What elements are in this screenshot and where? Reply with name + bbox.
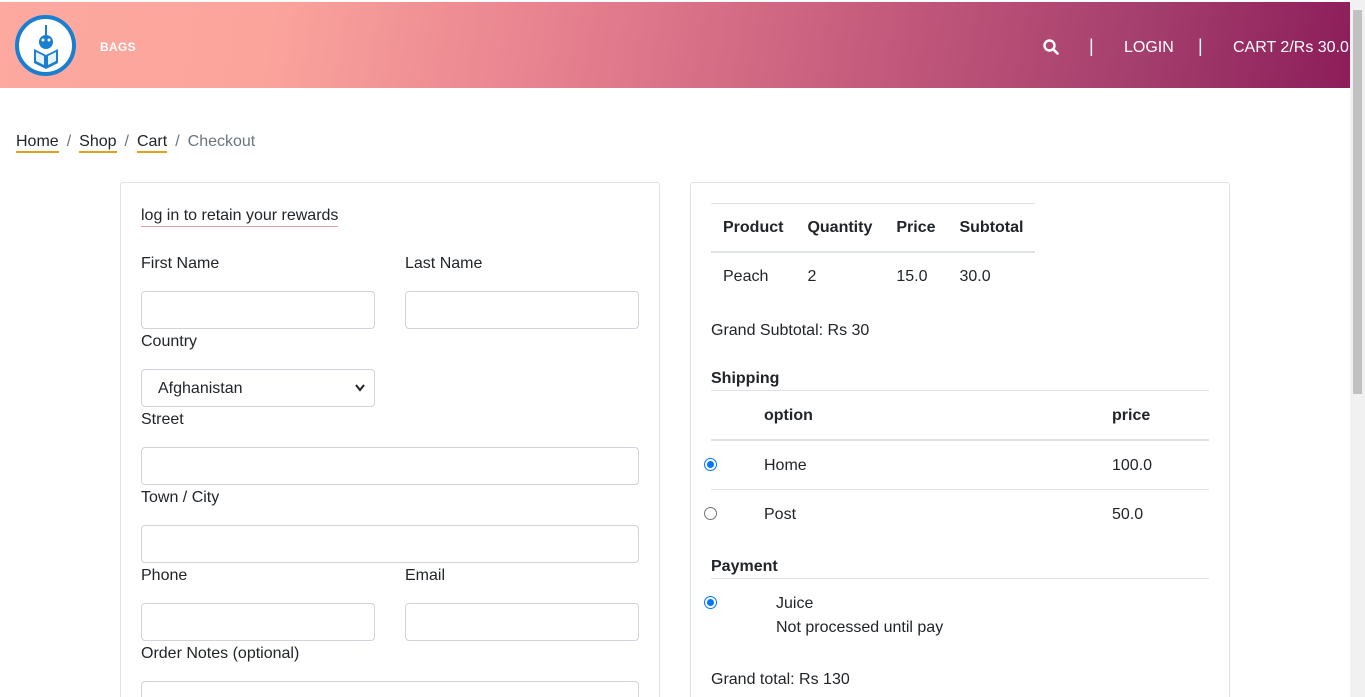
country-selected-value: Afghanistan [158,380,243,397]
shipping-price-header: price [1112,407,1151,424]
street-label: Street [141,411,184,428]
nav-separator: | [1089,36,1094,56]
last-name-label: Last Name [405,255,483,272]
shipping-option-price: 100.0 [1112,457,1153,474]
country-label: Country [141,333,198,350]
subtotal-cell: 30.0 [959,268,991,285]
last-name-field[interactable] [405,291,639,329]
first-name-field[interactable] [141,291,375,329]
cart-link[interactable]: CART 2/Rs 30.0 [1233,39,1349,57]
breadcrumb-home[interactable]: Home [16,133,59,153]
cart-table-header: Product Quantity Price Subtotal [711,203,1036,253]
breadcrumb-shop[interactable]: Shop [79,133,117,153]
phone-label: Phone [141,567,188,584]
scrollbar-thumb[interactable] [1353,10,1362,394]
breadcrumb-current: Checkout [187,133,256,150]
shipping-post-radio[interactable] [704,507,717,520]
divider [711,489,1209,490]
phone-field[interactable] [141,603,375,641]
email-field[interactable] [405,603,639,641]
site-header: BAGS | LOGIN | CART 2/Rs 30.0 [0,2,1350,88]
breadcrumb-separator: / [175,133,180,150]
shipping-title: Shipping [711,370,780,387]
nav-separator: | [1198,36,1203,56]
site-logo[interactable] [15,15,76,76]
shipping-option-price: 50.0 [1112,506,1144,523]
email-label: Email [405,567,446,584]
order-notes-field[interactable] [141,681,639,697]
column-header: Quantity [795,203,885,253]
login-link[interactable]: LOGIN [1124,39,1174,57]
street-field[interactable] [141,447,639,485]
payment-title: Payment [711,558,778,575]
town-field[interactable] [141,525,639,563]
divider [711,439,1209,441]
billing-form-panel: log in to retain your rewards First Name… [120,182,660,697]
page-scrollbar[interactable] [1350,0,1365,697]
first-name-label: First Name [141,255,220,272]
brand-link[interactable]: BAGS [100,40,136,54]
grand-total: Grand total: Rs 130 [711,671,850,688]
product-cell: Peach [723,268,769,285]
order-notes-label: Order Notes (optional) [141,645,300,662]
town-label: Town / City [141,489,220,506]
shipping-option-header: option [764,407,813,424]
divider [711,390,1209,391]
quantity-cell: 2 [807,268,817,285]
country-select[interactable]: Afghanistan [141,369,375,407]
cart-table: Product Quantity Price Subtotal Peach 2 … [711,203,1036,301]
search-icon[interactable] [1043,39,1059,55]
price-cell: 15.0 [896,268,928,285]
payment-option-note: Not processed until pay [776,619,944,636]
column-header: Product [711,203,796,253]
login-rewards-link[interactable]: log in to retain your rewards [141,207,339,227]
chevron-down-icon [355,384,365,392]
shipping-option-label: Home [764,457,807,474]
shipping-home-radio[interactable] [704,458,717,471]
grand-subtotal: Grand Subtotal: Rs 30 [711,322,870,339]
logo-icon [34,25,58,69]
breadcrumb-separator: / [124,133,129,150]
breadcrumb-separator: / [66,133,72,150]
shipping-option-label: Post [764,506,797,523]
table-row: Peach 2 15.0 30.0 [711,252,1035,301]
payment-juice-radio[interactable] [704,596,717,609]
column-header: Subtotal [947,203,1036,253]
breadcrumb: Home / Shop / Cart / Checkout [16,133,256,153]
order-summary-panel: Product Quantity Price Subtotal Peach 2 … [690,182,1230,697]
divider [711,578,1209,579]
payment-option-label: Juice [776,595,814,612]
column-header: Price [884,203,948,253]
breadcrumb-cart[interactable]: Cart [136,133,168,153]
